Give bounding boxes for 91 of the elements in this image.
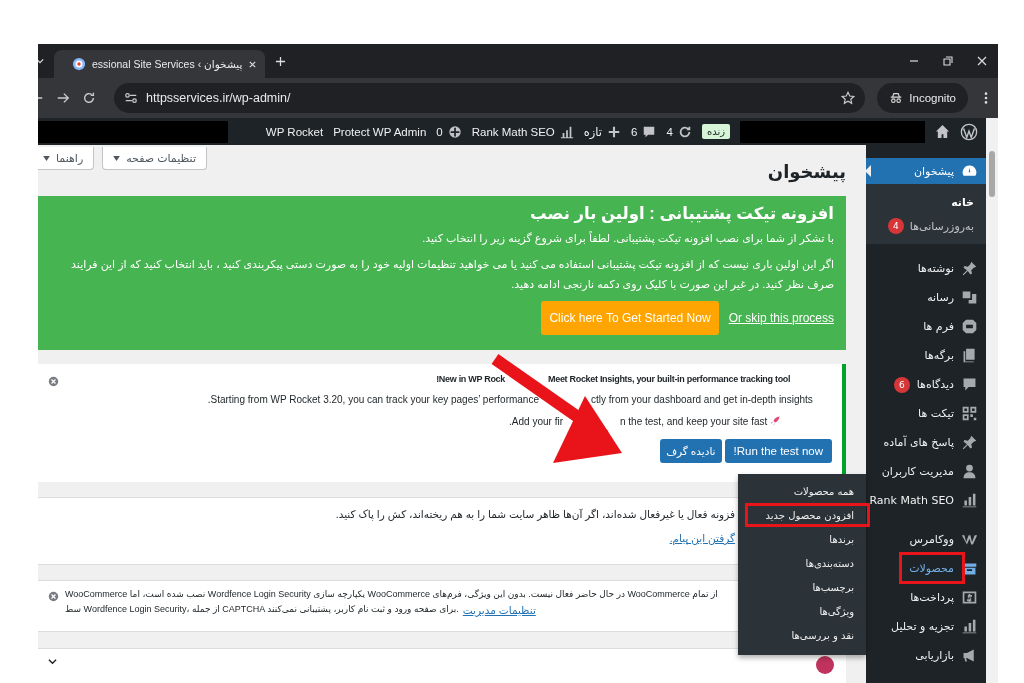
notice-text: فزونه فعال یا غیرفعال شده‌اند، اگر آن‌ها ظاهر سایت شما را به هم ریخته‌اند، کش را پاک کنید. [335, 508, 735, 520]
menu-icon[interactable] [984, 91, 988, 105]
seo-link[interactable]: Rank Math SEO [471, 124, 574, 139]
notice-text: .Starting from WP Rocket 3.20, you can track your key pages’ performance [207, 394, 539, 405]
dollar-icon [961, 589, 978, 606]
sidebar-item[interactable]: تیکت ها [866, 399, 986, 428]
sidebar-item[interactable]: نوشته‌ها [866, 254, 986, 283]
comments-link[interactable]: 6 [631, 124, 657, 139]
sidebar-item[interactable]: تجزیه و تحلیل [866, 612, 986, 641]
refresh-icon [677, 124, 692, 139]
speech-bubble-icon [642, 124, 657, 139]
tab-title: essional Site Services ‹ پیشخوان [92, 58, 243, 70]
updates-link[interactable]: 4 [666, 124, 692, 139]
media-icon [961, 289, 978, 306]
close-icon[interactable] [248, 59, 258, 69]
new-content-link[interactable]: تازه [583, 124, 622, 139]
submenu-item[interactable]: همه محصولات [738, 479, 866, 503]
count-badge: 4 [887, 218, 904, 234]
avatar-circle [816, 656, 834, 674]
bar-chart-icon [961, 492, 978, 509]
settings-link[interactable]: تنظیمات مدیریت [462, 604, 536, 616]
sidebar-item[interactable]: ووکامرس [866, 525, 986, 554]
home-icon[interactable] [935, 124, 950, 139]
scrollbar[interactable] [986, 145, 998, 683]
notice-text: Meet Rocket Insights, your built-in performance tracking tool [548, 374, 791, 384]
star-icon[interactable] [841, 91, 856, 105]
notice-title: افزونه تیکت پشتیبانی : اولین بار نصب [529, 204, 834, 223]
submenu-item[interactable]: برچسب‌ها [738, 575, 866, 599]
globe-icon [72, 57, 86, 71]
shield-icon [447, 124, 462, 139]
notice-button[interactable]: !Run the test now [724, 439, 832, 463]
page-title: پیشخوان [767, 161, 846, 183]
url-text: httpsservices.ir/wp-admin/ [146, 91, 291, 105]
screen-options-button[interactable]: تنظیمات صفحه [102, 147, 207, 170]
user-icon [961, 463, 978, 480]
pushpin-icon [961, 434, 978, 451]
sidebar-item[interactable]: رسانه [866, 283, 986, 312]
plus-icon [607, 124, 622, 139]
notice-text: WooCommerce نصب شده است، اما Wordfence Login Security یکپارچه سازی WooCommerce در حال حاضر فعال نیست. بدون این ویژگی، فرم‌های WooCommerce از تمام [65, 589, 718, 599]
security-link[interactable]: 0 [436, 124, 462, 139]
sidebar-item[interactable]: پیشخوان [866, 158, 986, 184]
sidebar-item[interactable]: پاسخ های آماده [866, 428, 986, 457]
notice-text: اگر این اولین باری نیست که از افزونه تیکت پشتیبانی استفاده می کنید یا می خواهید تنظیمات اولیه خود را به صورت دستی پیکربندی کنید ، باید انتخاب کنید که از این فرایند صرف نظر کنید. در غیر این صورت با کلیک روی دکمه نارنجی ادامه دهید. [70, 257, 834, 293]
bar-chart-icon [961, 618, 978, 635]
browser-tab[interactable]: essional Site Services ‹ پیشخوان [54, 50, 266, 78]
sidebar-item[interactable]: برگه‌ها [866, 341, 986, 370]
bar-chart-icon [559, 124, 574, 139]
forward-arrow-icon[interactable] [56, 91, 70, 105]
sidebar-item[interactable]: Rank Math SEO [866, 486, 986, 515]
close-icon[interactable] [976, 55, 988, 67]
notice-text: !New in WP Rock [436, 374, 505, 384]
caret-icon [43, 155, 50, 161]
incognito-button[interactable]: Incognito [877, 83, 968, 113]
submenu-item[interactable]: نقد و بررسی‌ها [738, 623, 866, 647]
scrollbar-thumb[interactable] [989, 151, 995, 197]
notice-text: ctly from your dashboard and get in-depth insights [591, 394, 813, 405]
grid-icon [961, 405, 978, 422]
site-info-icon[interactable] [124, 91, 138, 105]
wordpress-logo-icon[interactable] [960, 122, 978, 141]
admin-bar-link[interactable]: WP Rocket [265, 125, 324, 138]
restore-icon[interactable] [942, 55, 954, 67]
form-icon [961, 318, 978, 335]
submenu-item[interactable]: ویژگی‌ها [738, 599, 866, 623]
pages-icon [961, 347, 978, 364]
notice-text: با تشکر از شما برای نصب افزونه تیکت پشتیبانی. لطفاً برای شروع گزینه زیر را انتخاب کنید. [421, 230, 834, 247]
address-bar[interactable]: httpsservices.ir/wp-admin/ [114, 83, 866, 113]
speech-bubble-icon [961, 376, 978, 393]
submenu-item[interactable]: دسته‌بندی‌ها [738, 551, 866, 575]
sidebar-item[interactable]: محصولات [866, 554, 986, 583]
notice-text: .Add your fir [509, 415, 563, 427]
admin-bar-link[interactable]: Protect WP Admin [333, 125, 427, 138]
sidebar-item[interactable]: مدیریت کاربران [866, 457, 986, 486]
notice-text: n the test, and keep your site fast [620, 415, 768, 427]
screen-options-button[interactable]: راهنما [38, 147, 95, 170]
dismiss-link[interactable]: گرفتن این پیام. [669, 532, 735, 544]
count-badge: 6 [893, 376, 910, 393]
incognito-icon [889, 91, 904, 105]
submenu-item[interactable]: خانه [866, 190, 986, 214]
sidebar-item[interactable]: پرداخت‌ها [866, 583, 986, 612]
reload-icon[interactable] [82, 91, 96, 105]
new-tab-icon[interactable] [275, 55, 287, 67]
submenu-item[interactable]: برندها [738, 527, 866, 551]
notice-text: سط Wordfence Login Security، از جمله CAPTCHA برای صفحه ورود و ثبت نام کاربر، پشتیبانی نمی‌کنند. [65, 604, 459, 616]
status-badge: زنده [701, 124, 730, 139]
pushpin-icon [961, 260, 978, 277]
notice-button[interactable]: نادیده گرف [660, 439, 722, 463]
submenu-item[interactable]: افزودن محصول جدید [738, 503, 866, 527]
sidebar-item[interactable]: فرم ها [866, 312, 986, 341]
sidebar-item[interactable]: بازاریابی [866, 641, 986, 670]
rocket-icon [769, 415, 782, 427]
caret-icon [113, 155, 121, 161]
